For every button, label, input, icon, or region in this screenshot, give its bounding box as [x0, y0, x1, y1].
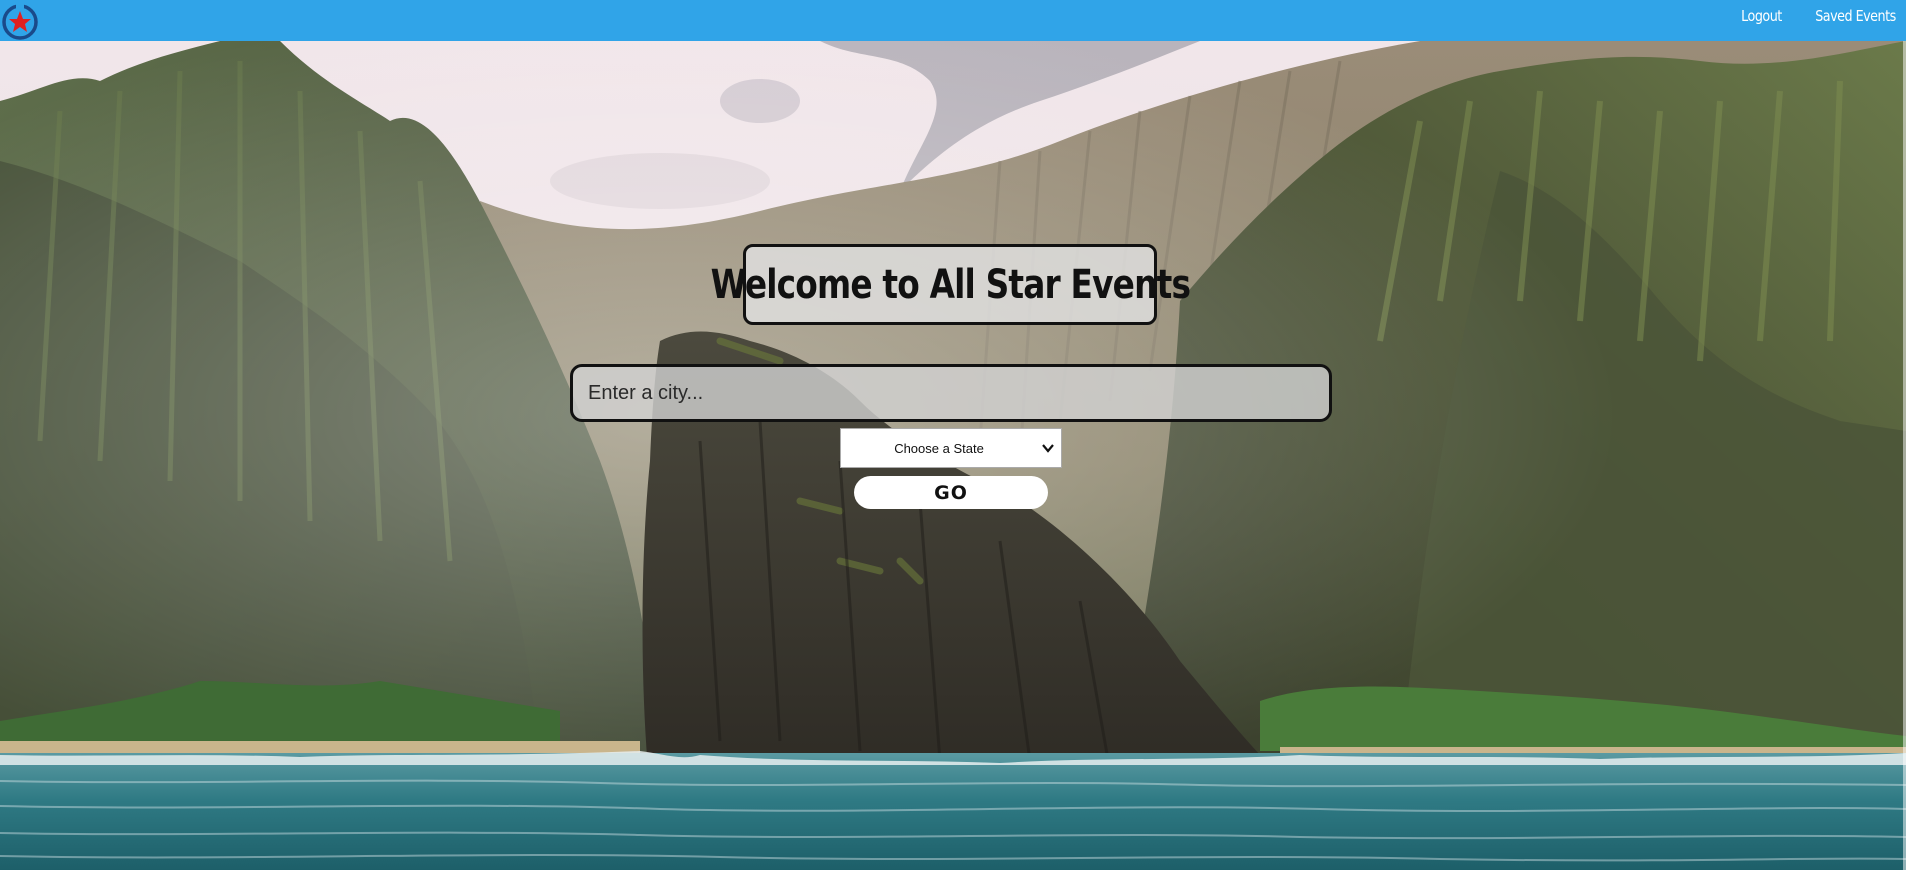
navbar: Logout Saved Events: [0, 0, 1906, 41]
nav-links: Logout Saved Events: [1734, 7, 1897, 25]
page: Logout Saved Events Welcome to All Star …: [0, 0, 1906, 870]
logout-link[interactable]: Logout: [1741, 7, 1782, 25]
star-logo-icon[interactable]: [0, 2, 40, 40]
chevron-down-icon: [1042, 444, 1054, 453]
city-search-input[interactable]: [570, 364, 1332, 422]
state-select[interactable]: Choose a State: [840, 428, 1062, 468]
saved-events-link[interactable]: Saved Events: [1816, 7, 1897, 25]
page-title: Welcome to All Star Events: [710, 261, 1190, 308]
state-select-value: Choose a State: [894, 440, 984, 456]
go-button[interactable]: GO: [854, 476, 1048, 509]
welcome-title-box: Welcome to All Star Events: [710, 244, 1191, 325]
